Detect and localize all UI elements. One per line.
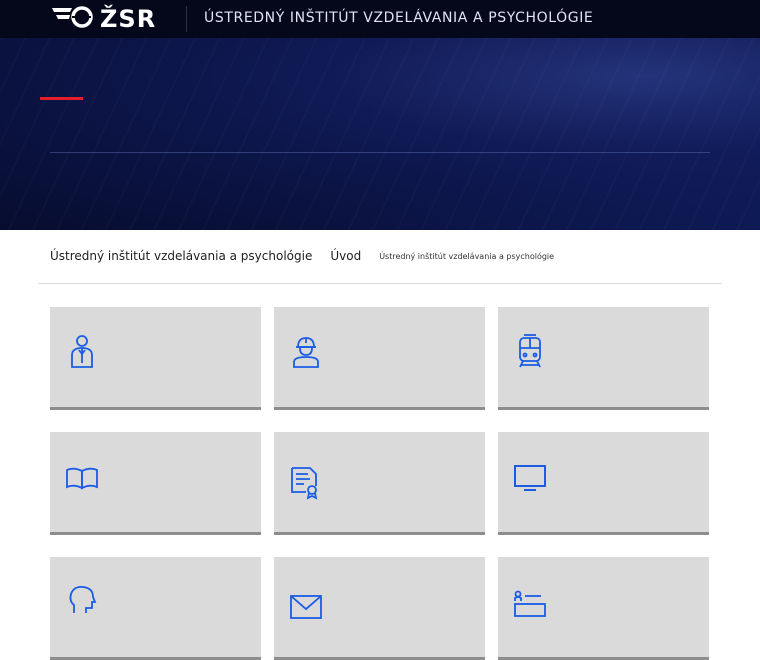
tile-envelope[interactable] [274, 557, 485, 660]
breadcrumb-current: Ústredný inštitút vzdelávania a psycholó… [379, 251, 555, 261]
hero-accent-bar [40, 97, 83, 100]
tile-train[interactable] [498, 307, 709, 410]
hero-divider [50, 152, 710, 153]
tile-worker[interactable] [274, 307, 485, 410]
logo-text: ŽSR [100, 5, 157, 33]
site-title[interactable]: ÚSTREDNÝ INŠTITÚT VZDELÁVANIA A PSYCHOLÓ… [204, 10, 593, 26]
head-profile-icon [64, 583, 100, 619]
tile-head-profile[interactable] [50, 557, 261, 660]
zsr-wings-logo-icon [50, 5, 96, 33]
tile-id-card[interactable] [498, 557, 709, 660]
monitor-icon [512, 460, 548, 496]
open-book-icon [64, 460, 100, 496]
header-separator [186, 6, 187, 32]
site-logo[interactable]: ŽSR [50, 5, 172, 33]
hero-background-pattern [0, 38, 760, 230]
tile-monitor[interactable] [498, 432, 709, 535]
id-card-icon [512, 585, 548, 621]
top-bar: ŽSR ÚSTREDNÝ INŠTITÚT VZDELÁVANIA A PSYC… [0, 0, 760, 38]
employee-person-icon [64, 333, 100, 369]
worker-helmet-icon [288, 333, 324, 369]
tile-employee[interactable] [50, 307, 261, 410]
breadcrumb: Ústredný inštitút vzdelávania a psycholó… [50, 248, 554, 264]
envelope-icon [288, 591, 324, 627]
train-icon [512, 333, 548, 369]
breadcrumb-home-link[interactable]: Úvod [330, 249, 361, 263]
content-divider [38, 283, 722, 284]
tile-certificate[interactable] [274, 432, 485, 535]
tile-book[interactable] [50, 432, 261, 535]
breadcrumb-section: Ústredný inštitút vzdelávania a psycholó… [50, 249, 313, 263]
hero-banner [0, 38, 760, 230]
certificate-document-icon [288, 464, 324, 500]
